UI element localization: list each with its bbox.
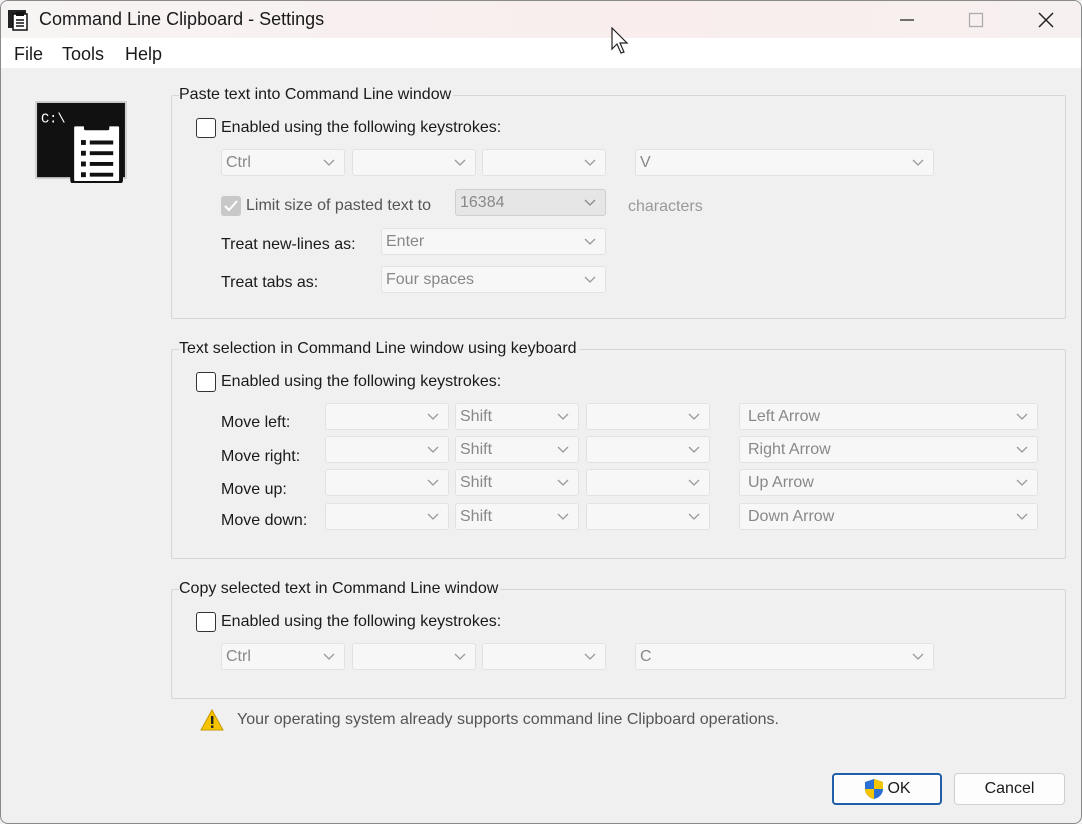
copy-key2-select[interactable] bbox=[352, 643, 476, 670]
menu-help[interactable]: Help bbox=[125, 44, 162, 65]
move-down-key4-select[interactable]: Down Arrow bbox=[739, 503, 1038, 530]
maximize-icon bbox=[968, 12, 984, 27]
title-bar: Command Line Clipboard - Settings bbox=[1, 1, 1081, 38]
uac-shield-icon bbox=[865, 779, 884, 799]
chevron-down-icon bbox=[912, 653, 924, 660]
move-up-label: Move up: bbox=[221, 481, 287, 498]
selection-enable-row[interactable]: Enabled using the following keystrokes: bbox=[196, 372, 501, 392]
selection-enable-checkbox[interactable] bbox=[196, 372, 216, 392]
chevron-down-icon bbox=[912, 159, 924, 166]
chevron-down-icon bbox=[427, 413, 439, 420]
menu-tools[interactable]: Tools bbox=[62, 44, 104, 65]
menu-file[interactable]: File bbox=[14, 44, 43, 65]
move-right-label: Move right: bbox=[221, 448, 301, 465]
copy-group-title: Copy selected text in Command Line windo… bbox=[179, 580, 501, 598]
paste-limit-checkbox[interactable] bbox=[221, 196, 241, 216]
chevron-down-icon bbox=[1016, 446, 1028, 453]
copy-key3-select[interactable] bbox=[482, 643, 606, 670]
chevron-down-icon bbox=[688, 513, 700, 520]
selection-enable-label: Enabled using the following keystrokes: bbox=[221, 373, 502, 390]
move-down-key1-select[interactable] bbox=[325, 503, 449, 530]
minimize-button[interactable] bbox=[872, 1, 942, 38]
paste-enable-label: Enabled using the following keystrokes: bbox=[221, 119, 502, 136]
chevron-down-icon bbox=[584, 276, 596, 283]
paste-limit-row[interactable]: Limit size of pasted text to bbox=[221, 196, 431, 216]
paste-key1-select[interactable]: Ctrl bbox=[221, 149, 345, 176]
minimize-icon bbox=[900, 18, 914, 21]
chevron-down-icon bbox=[427, 513, 439, 520]
window-title: Command Line Clipboard - Settings bbox=[39, 9, 325, 29]
close-icon bbox=[1038, 11, 1054, 28]
chevron-down-icon bbox=[688, 446, 700, 453]
copy-enable-checkbox[interactable] bbox=[196, 612, 216, 632]
chevron-down-icon bbox=[427, 446, 439, 453]
menu-bar: File Tools Help bbox=[1, 38, 1081, 68]
chevron-down-icon bbox=[688, 479, 700, 486]
chevron-down-icon bbox=[584, 159, 596, 166]
mouse-cursor-icon bbox=[611, 27, 629, 54]
move-right-key1-select[interactable] bbox=[325, 436, 449, 463]
move-up-key4-select[interactable]: Up Arrow bbox=[739, 469, 1038, 496]
warning-icon bbox=[200, 709, 224, 731]
tabs-select[interactable]: Four spaces bbox=[381, 266, 606, 293]
chevron-down-icon bbox=[688, 413, 700, 420]
chevron-down-icon bbox=[557, 513, 569, 520]
move-left-key2-select[interactable]: Shift bbox=[455, 403, 579, 430]
chevron-down-icon bbox=[557, 413, 569, 420]
selection-group-title: Text selection in Command Line window us… bbox=[179, 340, 579, 358]
chevron-down-icon bbox=[584, 653, 596, 660]
newlines-select[interactable]: Enter bbox=[381, 228, 606, 255]
copy-enable-label: Enabled using the following keystrokes: bbox=[221, 613, 502, 630]
move-up-key1-select[interactable] bbox=[325, 469, 449, 496]
paste-key3-select[interactable] bbox=[482, 149, 606, 176]
move-left-key1-select[interactable] bbox=[325, 403, 449, 430]
chevron-down-icon bbox=[427, 479, 439, 486]
warning-text: Your operating system already supports c… bbox=[237, 711, 779, 728]
copy-key4-select[interactable]: C bbox=[635, 643, 934, 670]
move-down-key3-select[interactable] bbox=[586, 503, 710, 530]
move-down-key2-select[interactable]: Shift bbox=[455, 503, 579, 530]
chevron-down-icon bbox=[1016, 479, 1028, 486]
cancel-button[interactable]: Cancel bbox=[954, 773, 1065, 805]
move-right-key3-select[interactable] bbox=[586, 436, 710, 463]
move-down-label: Move down: bbox=[221, 512, 308, 529]
paste-key2-select[interactable] bbox=[352, 149, 476, 176]
paste-limit-unit: characters bbox=[628, 198, 703, 215]
paste-enable-row[interactable]: Enabled using the following keystrokes: bbox=[196, 118, 501, 138]
checkmark-icon bbox=[224, 200, 238, 212]
move-right-key4-select[interactable]: Right Arrow bbox=[739, 436, 1038, 463]
paste-limit-label: Limit size of pasted text to bbox=[246, 197, 431, 214]
app-logo-icon: C:\ _ bbox=[35, 101, 127, 183]
copy-enable-row[interactable]: Enabled using the following keystrokes: bbox=[196, 612, 501, 632]
close-button[interactable] bbox=[1011, 1, 1081, 38]
paste-limit-value-combo[interactable]: 16384 bbox=[455, 189, 606, 216]
move-up-key3-select[interactable] bbox=[586, 469, 710, 496]
move-left-key4-select[interactable]: Left Arrow bbox=[739, 403, 1038, 430]
paste-key4-select[interactable]: V bbox=[635, 149, 934, 176]
move-right-key2-select[interactable]: Shift bbox=[455, 436, 579, 463]
chevron-down-icon bbox=[1016, 413, 1028, 420]
move-up-key2-select[interactable]: Shift bbox=[455, 469, 579, 496]
ok-button[interactable]: OK bbox=[832, 773, 942, 805]
chevron-down-icon bbox=[1016, 513, 1028, 520]
chevron-down-icon bbox=[557, 446, 569, 453]
chevron-down-icon bbox=[454, 159, 466, 166]
move-left-key3-select[interactable] bbox=[586, 403, 710, 430]
chevron-down-icon bbox=[323, 159, 335, 166]
tabs-label: Treat tabs as: bbox=[221, 274, 319, 291]
chevron-down-icon bbox=[557, 479, 569, 486]
chevron-down-icon bbox=[454, 653, 466, 660]
settings-window: Command Line Clipboard - Settings File T… bbox=[0, 0, 1082, 824]
paste-enable-checkbox[interactable] bbox=[196, 118, 216, 138]
chevron-down-icon bbox=[584, 238, 596, 245]
chevron-down-icon bbox=[584, 199, 596, 206]
paste-group-title: Paste text into Command Line window bbox=[179, 86, 454, 104]
app-icon bbox=[8, 10, 28, 31]
chevron-down-icon bbox=[323, 653, 335, 660]
move-left-label: Move left: bbox=[221, 414, 291, 431]
newlines-label: Treat new-lines as: bbox=[221, 236, 356, 253]
copy-key1-select[interactable]: Ctrl bbox=[221, 643, 345, 670]
os-support-warning: Your operating system already supports c… bbox=[200, 709, 779, 731]
maximize-button[interactable] bbox=[941, 1, 1011, 38]
